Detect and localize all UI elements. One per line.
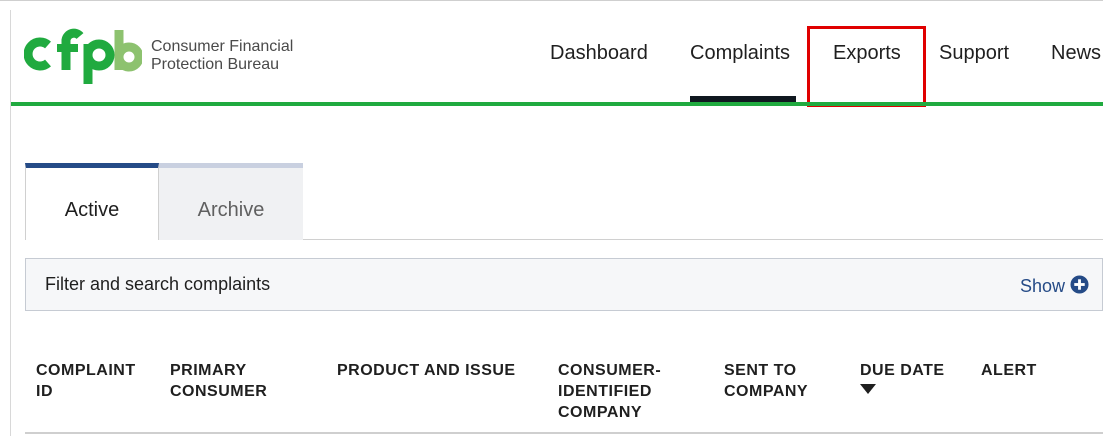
column-header-alert[interactable]: ALERT <box>981 360 1061 381</box>
filter-label: Filter and search complaints <box>45 274 271 294</box>
header-divider <box>11 102 1103 106</box>
window-left-border <box>10 10 11 436</box>
org-name-line2: Protection Bureau <box>151 56 280 73</box>
table-header-divider <box>25 432 1103 434</box>
column-header-primary-consumer[interactable]: PRIMARY CONSUMER <box>170 360 310 402</box>
tab-archive[interactable]: Archive <box>159 163 303 240</box>
nav-support[interactable]: Support <box>939 42 1009 65</box>
column-header-sent-to-company[interactable]: SENT TO COMPANY <box>724 360 844 402</box>
column-header-complaint-id[interactable]: COMPLAINT ID <box>36 360 156 402</box>
exports-highlight-box <box>807 26 926 107</box>
window-top-border <box>0 0 1103 11</box>
nav-dashboard[interactable]: Dashboard <box>550 42 648 65</box>
org-name-line1: Consumer Financial <box>151 38 294 55</box>
tab-active[interactable]: Active <box>25 163 159 240</box>
cfpb-logo[interactable] <box>24 26 142 84</box>
column-header-product-issue[interactable]: PRODUCT AND ISSUE <box>337 360 537 381</box>
sort-desc-icon[interactable] <box>860 384 876 394</box>
nav-complaints[interactable]: Complaints <box>690 42 790 65</box>
tab-baseline <box>303 239 1103 240</box>
show-filter-button[interactable]: Show <box>1020 276 1065 297</box>
column-header-consumer-company[interactable]: CONSUMER-IDENTIFIED COMPANY <box>558 360 708 423</box>
column-header-due-date[interactable]: DUE DATE <box>860 360 970 381</box>
nav-news[interactable]: News <box>1051 42 1101 65</box>
org-name: Consumer Financial Protection Bureau <box>151 38 293 74</box>
plus-circle-icon[interactable] <box>1070 275 1089 294</box>
filter-search-panel: Filter and search complaints Show <box>25 258 1103 311</box>
